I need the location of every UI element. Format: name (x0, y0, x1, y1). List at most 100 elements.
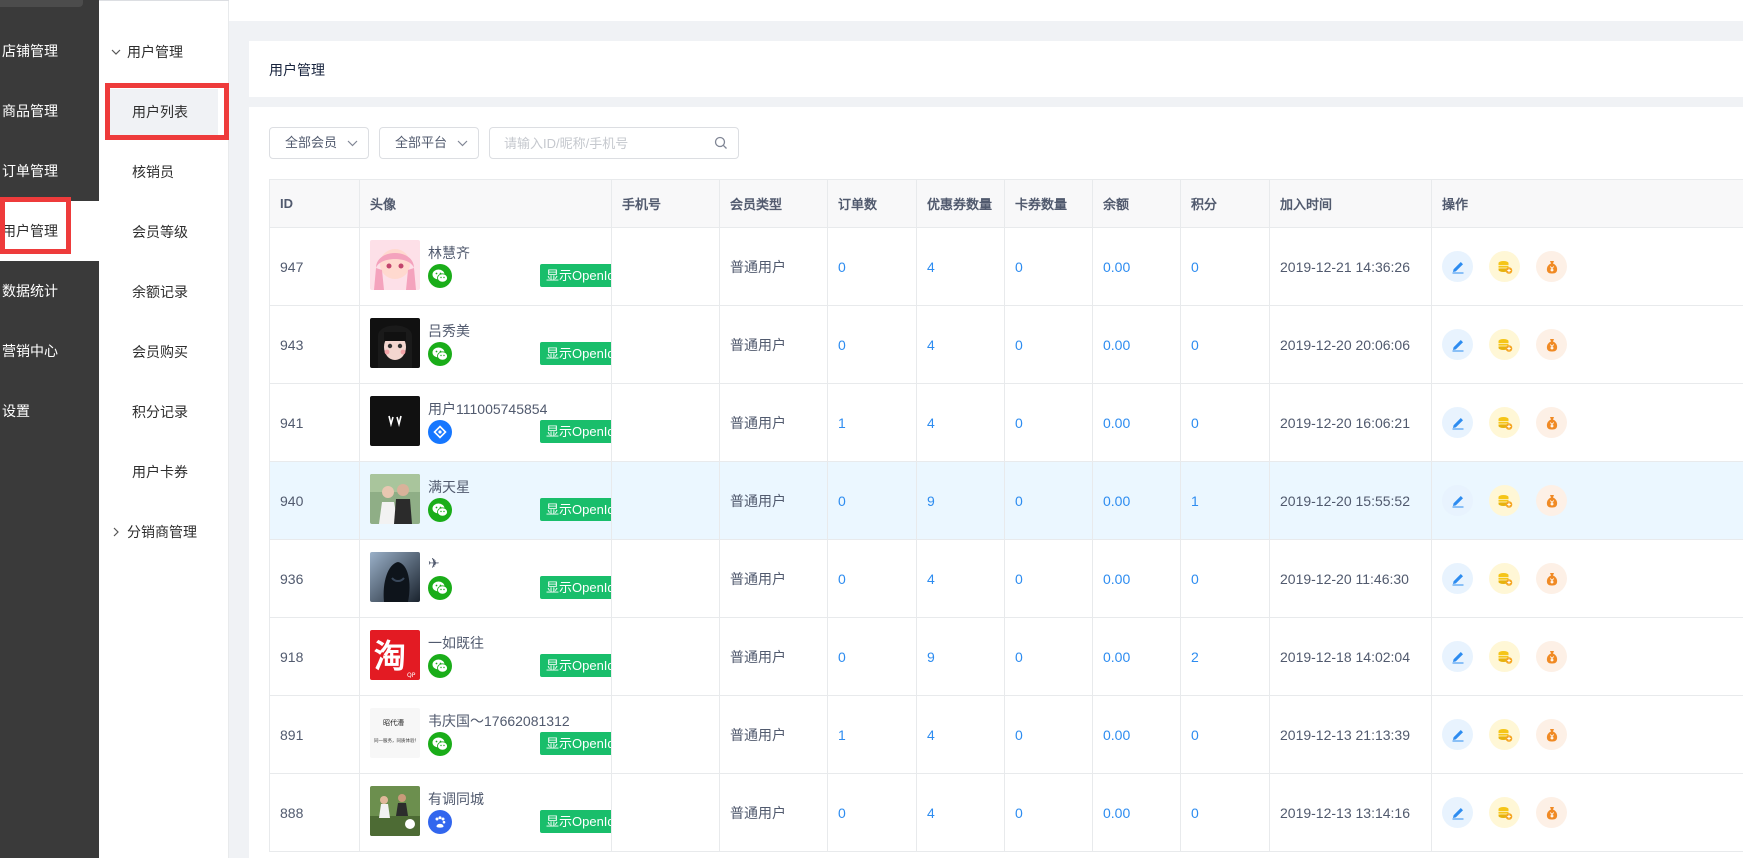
cell-points[interactable]: 0 (1180, 227, 1270, 306)
sub-item-verifier[interactable]: 核销员 (110, 149, 218, 195)
money-bag-icon (1546, 260, 1557, 273)
sub-item-user-list[interactable]: 用户列表 (110, 89, 218, 135)
cell-balance[interactable]: 0.00 (1092, 461, 1181, 540)
points-button[interactable] (1489, 485, 1520, 516)
cell-balance[interactable]: 0.00 (1092, 383, 1181, 462)
cell-orders[interactable]: 0 (827, 539, 917, 618)
nav-goods[interactable]: 商品管理 (0, 81, 99, 141)
cell-orders[interactable]: 0 (827, 773, 917, 852)
cell-balance[interactable]: 0.00 (1092, 695, 1181, 774)
cell-coupons[interactable]: 9 (916, 461, 1005, 540)
nav-marketing[interactable]: 营销中心 (0, 321, 99, 381)
nav-users[interactable]: 用户管理 (0, 201, 99, 261)
search-input[interactable] (490, 128, 700, 158)
edit-button[interactable] (1442, 485, 1473, 516)
platform-filter-select[interactable]: 全部平台 (379, 127, 479, 159)
show-openid-button[interactable]: 显示OpenId (540, 264, 611, 287)
edit-button[interactable] (1442, 407, 1473, 438)
points-button[interactable] (1489, 797, 1520, 828)
sub-item-user-cards[interactable]: 用户卡券 (110, 449, 218, 495)
balance-button[interactable] (1536, 407, 1567, 438)
points-button[interactable] (1489, 407, 1520, 438)
cell-coupons[interactable]: 4 (916, 383, 1005, 462)
edit-button[interactable] (1442, 719, 1473, 750)
show-openid-button[interactable]: 显示OpenId (540, 732, 611, 755)
cell-orders[interactable]: 1 (827, 383, 917, 462)
cell-cards[interactable]: 0 (1004, 461, 1093, 540)
balance-button[interactable] (1536, 797, 1567, 828)
cell-coupons[interactable]: 4 (916, 695, 1005, 774)
cell-balance[interactable]: 0.00 (1092, 305, 1181, 384)
user-nickname: 用户111005745854 (428, 401, 548, 417)
member-filter-select[interactable]: 全部会员 (269, 127, 369, 159)
points-button[interactable] (1489, 251, 1520, 282)
sub-item-balance-log[interactable]: 余额记录 (110, 269, 218, 315)
cell-points[interactable]: 2 (1180, 617, 1270, 696)
user-nickname: 有调同城 (428, 791, 484, 807)
show-openid-button[interactable]: 显示OpenId (540, 810, 611, 833)
cell-orders[interactable]: 0 (827, 461, 917, 540)
sub-item-member-level[interactable]: 会员等级 (110, 209, 218, 255)
sub-group-users[interactable]: 用户管理 (99, 32, 229, 72)
cell-coupons[interactable]: 9 (916, 617, 1005, 696)
balance-button[interactable] (1536, 641, 1567, 672)
cell-orders[interactable]: 0 (827, 617, 917, 696)
cell-cards[interactable]: 0 (1004, 539, 1093, 618)
edit-button[interactable] (1442, 329, 1473, 360)
svg-text:同一服务，同质体验！: 同一服务，同质体验！ (374, 737, 419, 744)
cell-balance[interactable]: 0.00 (1092, 617, 1181, 696)
edit-button[interactable] (1442, 797, 1473, 828)
show-openid-button[interactable]: 显示OpenId (540, 498, 611, 521)
nav-statistics[interactable]: 数据统计 (0, 261, 99, 321)
nav-shop[interactable]: 店铺管理 (0, 21, 99, 81)
cell-avatar: 用户111005745854 显示OpenId (359, 383, 612, 462)
cell-points[interactable]: 0 (1180, 305, 1270, 384)
sub-group-distributors[interactable]: 分销商管理 (99, 512, 229, 552)
cell-orders[interactable]: 0 (827, 227, 917, 306)
cell-coupons[interactable]: 4 (916, 227, 1005, 306)
cell-points[interactable]: 0 (1180, 539, 1270, 618)
cell-orders[interactable]: 1 (827, 695, 917, 774)
cell-coupons[interactable]: 4 (916, 305, 1005, 384)
points-button[interactable] (1489, 329, 1520, 360)
cell-cards[interactable]: 0 (1004, 383, 1093, 462)
show-openid-button[interactable]: 显示OpenId (540, 420, 611, 443)
cell-coupons[interactable]: 4 (916, 773, 1005, 852)
cell-points[interactable]: 0 (1180, 773, 1270, 852)
cell-cards[interactable]: 0 (1004, 305, 1093, 384)
nav-orders[interactable]: 订单管理 (0, 141, 99, 201)
chevron-down-icon (111, 34, 123, 74)
points-button[interactable] (1489, 641, 1520, 672)
points-button[interactable] (1489, 719, 1520, 750)
balance-button[interactable] (1536, 485, 1567, 516)
cell-orders[interactable]: 0 (827, 305, 917, 384)
points-button[interactable] (1489, 563, 1520, 594)
cell-points[interactable]: 0 (1180, 383, 1270, 462)
cell-points[interactable]: 0 (1180, 695, 1270, 774)
sub-item-member-purchase[interactable]: 会员购买 (110, 329, 218, 375)
edit-button[interactable] (1442, 251, 1473, 282)
cell-cards[interactable]: 0 (1004, 773, 1093, 852)
search-icon[interactable] (714, 136, 728, 150)
cell-points[interactable]: 1 (1180, 461, 1270, 540)
edit-button[interactable] (1442, 641, 1473, 672)
nav-settings[interactable]: 设置 (0, 381, 99, 441)
balance-button[interactable] (1536, 719, 1567, 750)
balance-button[interactable] (1536, 563, 1567, 594)
cell-joined: 2019-12-13 21:13:39 (1269, 695, 1432, 774)
cell-balance[interactable]: 0.00 (1092, 773, 1181, 852)
cell-balance[interactable]: 0.00 (1092, 539, 1181, 618)
balance-button[interactable] (1536, 251, 1567, 282)
cell-cards[interactable]: 0 (1004, 227, 1093, 306)
cell-cards[interactable]: 0 (1004, 695, 1093, 774)
sub-item-points-log[interactable]: 积分记录 (110, 389, 218, 435)
balance-button[interactable] (1536, 329, 1567, 360)
show-openid-button[interactable]: 显示OpenId (540, 576, 611, 599)
show-openid-button[interactable]: 显示OpenId (540, 654, 611, 677)
cell-coupons[interactable]: 4 (916, 539, 1005, 618)
edit-button[interactable] (1442, 563, 1473, 594)
show-openid-button[interactable]: 显示OpenId (540, 342, 611, 365)
user-nickname: 林慧齐 (428, 245, 470, 261)
cell-cards[interactable]: 0 (1004, 617, 1093, 696)
cell-balance[interactable]: 0.00 (1092, 227, 1181, 306)
